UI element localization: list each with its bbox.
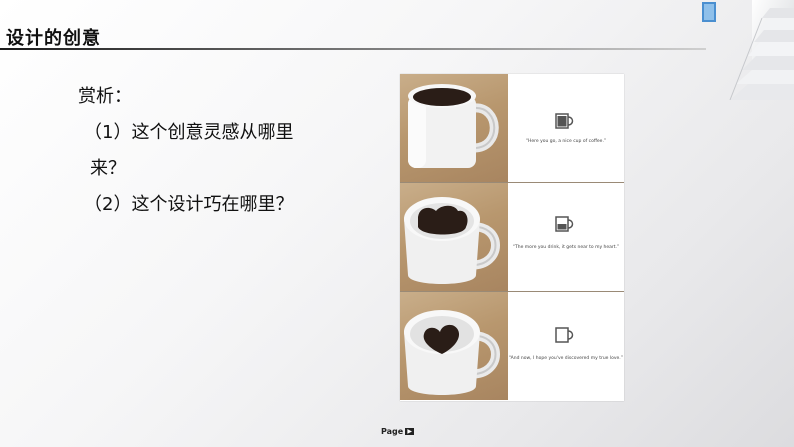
page-label: Page	[381, 427, 404, 436]
mug-photo	[404, 197, 500, 284]
staircase-decoration	[702, 0, 794, 100]
mug-icon-empty	[555, 327, 574, 343]
body-line-question-2: （2）这个设计巧在哪里？	[84, 194, 294, 215]
mug-icon-half	[555, 216, 574, 232]
title-divider	[0, 48, 706, 50]
panel-caption: “And now, I hope you've discovered my tr…	[508, 356, 624, 361]
body-line-appreciation: 赏析：	[78, 86, 132, 107]
slide: 设计的创意 赏析： （1）这个创意灵感从哪里 来？ （2）这个设计巧在哪里？ “…	[0, 0, 794, 447]
slide-title: 设计的创意	[6, 28, 101, 49]
body-line-question-1: （1）这个创意灵感从哪里	[84, 122, 294, 143]
figure-panel-heart: “And now, I hope you've discovered my tr…	[400, 292, 624, 400]
body-line-question-1-cont: 来？	[90, 158, 126, 179]
panel-caption: “The more you drink, it gets near to my …	[512, 245, 620, 250]
figure-panel-half: “The more you drink, it gets near to my …	[400, 183, 624, 291]
mug-photo	[404, 310, 500, 395]
mug-photo	[408, 84, 499, 168]
coffee-mug-figure: “Here you go, a nice cup of coffee.” “Th…	[400, 74, 624, 401]
figure-panel-full: “Here you go, a nice cup of coffee.”	[400, 74, 624, 182]
panel-caption: “Here you go, a nice cup of coffee.”	[525, 139, 607, 144]
page-footer: Page ▶	[381, 427, 415, 436]
mug-icon-full	[555, 113, 574, 129]
page-arrow-icon: ▶	[405, 428, 415, 435]
